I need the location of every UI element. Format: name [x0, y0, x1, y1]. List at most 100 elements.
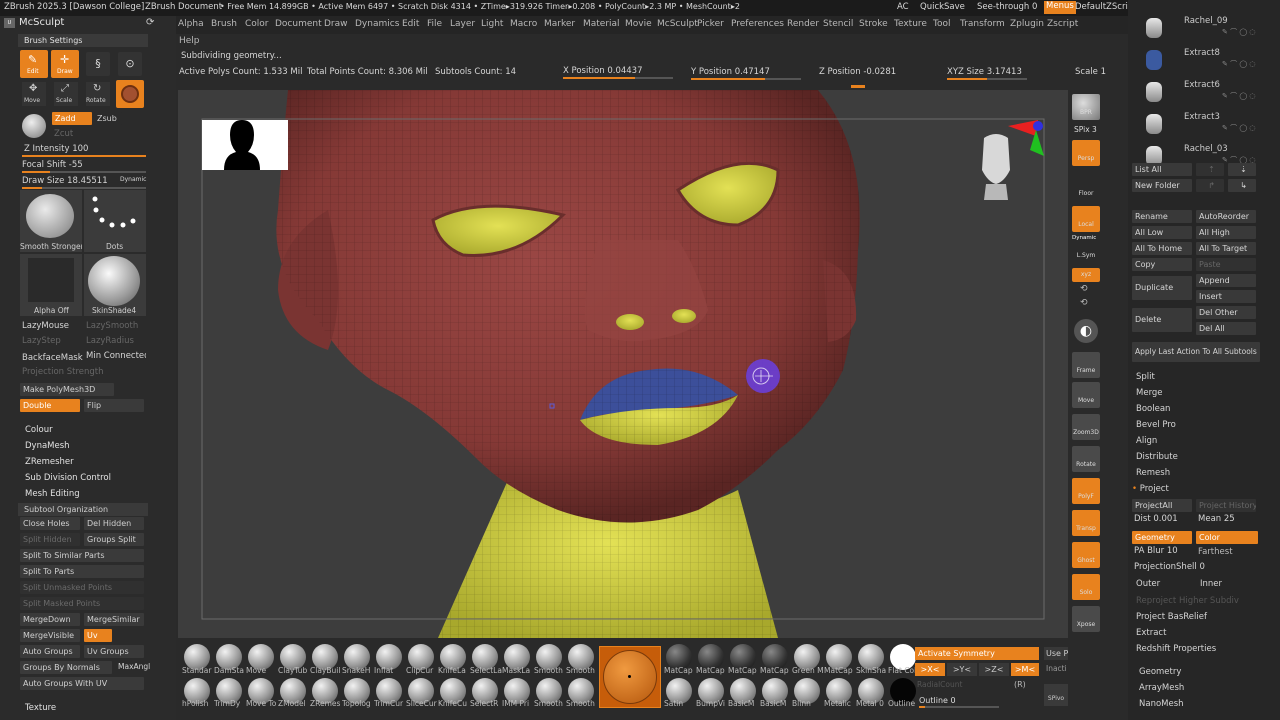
frame-button[interactable]: Frame — [1072, 352, 1100, 378]
x-position-field[interactable]: X Position 0.04437 — [563, 66, 642, 76]
mesh-editing-section[interactable]: Mesh Editing — [25, 489, 80, 499]
menu-color[interactable]: Color — [245, 19, 269, 29]
dynamesh-section[interactable]: DynaMesh — [25, 441, 70, 451]
menus-toggle[interactable]: Menus — [1044, 1, 1076, 14]
draw-size-slider[interactable] — [22, 187, 146, 189]
append-button[interactable]: Append — [1196, 274, 1256, 287]
draw-button[interactable]: ✛ Draw — [51, 50, 79, 78]
make-polymesh-button[interactable]: Make PolyMesh3D — [20, 383, 114, 396]
draw-size-label[interactable]: Draw Size 18.45511 — [22, 176, 108, 186]
merge-similar-button[interactable]: MergeSimilar — [84, 613, 144, 626]
spiral-stroke-icon[interactable]: § — [86, 52, 110, 76]
distribute-section[interactable]: Distribute — [1136, 452, 1178, 462]
brush-sphere-icon[interactable] — [22, 114, 46, 138]
split-parts-button[interactable]: Split To Parts — [20, 565, 144, 578]
extract-section[interactable]: Extract — [1136, 628, 1166, 638]
reproject-button[interactable]: Reproject Higher Subdiv — [1136, 596, 1239, 606]
folder-down-icon[interactable]: ↳ — [1228, 179, 1256, 192]
menu-edit[interactable]: Edit — [402, 19, 419, 29]
double-button[interactable]: Double — [20, 399, 80, 412]
dot-stroke-icon[interactable]: ⊙ — [118, 52, 142, 76]
del-all-button[interactable]: Del All — [1196, 322, 1256, 335]
solo-button[interactable]: Solo — [1072, 574, 1100, 600]
outline-slider[interactable]: Outline 0 — [919, 696, 956, 705]
menu-stencil[interactable]: Stencil — [823, 19, 853, 29]
user-icon[interactable]: U — [4, 18, 15, 28]
xyz-size-field[interactable]: XYZ Size 3.17413 — [947, 67, 1022, 77]
subtool-visibility-icon[interactable]: ✎ ⌒ ◯ ◌ — [1222, 91, 1255, 101]
ghost-button[interactable]: Ghost — [1072, 542, 1100, 568]
uv-toggle[interactable]: Uv — [84, 629, 112, 642]
bpr-button[interactable]: BPR — [1072, 94, 1100, 120]
subtool-item[interactable]: Extract8 ✎ ⌒ ◯ ◌ — [1132, 48, 1272, 74]
menu-picker[interactable]: Picker — [697, 19, 724, 29]
z-position-handle[interactable] — [851, 85, 865, 88]
delete-button[interactable]: Delete — [1132, 308, 1192, 332]
min-connected-slider[interactable]: Min Connected — [86, 351, 146, 361]
scale-button[interactable]: ⤢ Scale — [54, 82, 78, 106]
stroke-thumbnail[interactable]: Dots — [84, 190, 146, 252]
all-high-button[interactable]: All High — [1196, 226, 1256, 239]
brush-thumbnail[interactable]: Smooth Stronger — [20, 190, 82, 252]
transp-button[interactable]: Transp — [1072, 510, 1100, 536]
menu-material[interactable]: Material — [583, 19, 620, 29]
merge-down-button[interactable]: MergeDown — [20, 613, 80, 626]
auto-groups-uv-button[interactable]: Auto Groups With UV — [20, 677, 144, 690]
del-other-button[interactable]: Del Other — [1196, 306, 1256, 319]
zadd-button[interactable]: Zadd — [52, 112, 92, 125]
align-section[interactable]: Align — [1136, 436, 1157, 446]
move-up-icon[interactable]: ⇡ — [1196, 163, 1224, 176]
menu-render[interactable]: Render — [787, 19, 819, 29]
head-navigation-icon[interactable] — [982, 134, 1010, 200]
quicksave-button[interactable]: QuickSave — [920, 2, 965, 12]
dist-slider[interactable]: Dist 0.001 — [1134, 514, 1178, 524]
sym-z-button[interactable]: >Z< — [979, 663, 1009, 676]
material-thumbnail[interactable]: SkinShade4 — [84, 254, 146, 316]
redshift-section[interactable]: Redshift Properties — [1136, 644, 1216, 654]
ac-button[interactable]: AC — [897, 2, 909, 12]
lazysmooth-slider[interactable]: LazySmooth — [86, 321, 138, 331]
copy-button[interactable]: Copy — [1132, 258, 1192, 271]
subtool-org-header[interactable]: Subtool Organization — [18, 503, 148, 516]
sym-x-button[interactable]: >X< — [915, 663, 945, 676]
backfacemask-button[interactable]: BackfaceMask — [22, 353, 83, 363]
rotate-mode-icon[interactable]: ⟲ — [1080, 284, 1088, 294]
menu-light[interactable]: Light — [481, 19, 503, 29]
subtool-visibility-icon[interactable]: ✎ ⌒ ◯ ◌ — [1222, 123, 1255, 133]
edit-button[interactable]: ✎ Edit — [20, 50, 48, 78]
merge-visible-button[interactable]: MergeVisible — [20, 629, 80, 642]
all-to-target-button[interactable]: All To Target — [1196, 242, 1256, 255]
geometry-toggle[interactable]: Geometry — [1132, 531, 1192, 544]
menu-help[interactable]: Help — [179, 36, 200, 46]
arraymesh-section[interactable]: ArrayMesh — [1139, 683, 1184, 693]
color-toggle[interactable]: Color — [1196, 531, 1258, 544]
move-down-icon[interactable]: ⇣ — [1228, 163, 1256, 176]
project-history-button[interactable]: Project History — [1196, 499, 1256, 512]
spix-slider[interactable]: SPix 3 — [1074, 125, 1097, 134]
menu-transform[interactable]: Transform — [960, 19, 1005, 29]
xyz-symmetry-button[interactable]: xyz — [1072, 268, 1100, 282]
texture-section[interactable]: Texture — [25, 703, 56, 713]
z-position-field[interactable]: Z Position -0.0281 — [819, 67, 896, 77]
outline-track[interactable] — [919, 706, 999, 708]
menu-document[interactable]: Document — [275, 19, 322, 29]
material-button[interactable] — [116, 80, 144, 108]
menu-preferences[interactable]: Preferences — [731, 19, 784, 29]
menu-stroke[interactable]: Stroke — [859, 19, 888, 29]
groups-split-button[interactable]: Groups Split — [84, 533, 144, 546]
local-button[interactable]: Local — [1072, 206, 1100, 232]
radial-count-slider[interactable]: RadialCount — [917, 680, 962, 689]
spin-icon[interactable]: ◐ — [1074, 319, 1098, 343]
nanomesh-section[interactable]: NanoMesh — [1139, 699, 1184, 709]
merge-section[interactable]: Merge — [1136, 388, 1163, 398]
auto-groups-button[interactable]: Auto Groups — [20, 645, 80, 658]
subdivision-section[interactable]: Sub Division Control — [25, 473, 111, 483]
projection-shell-slider[interactable]: ProjectionShell 0 — [1134, 562, 1205, 572]
radial-r-button[interactable]: (R) — [1014, 680, 1026, 689]
pa-blur-slider[interactable]: PA Blur 10 — [1134, 546, 1178, 556]
menu-alpha[interactable]: Alpha — [178, 19, 204, 29]
set-pivot-button[interactable]: SPivo — [1044, 684, 1068, 706]
max-angle-slider[interactable]: MaxAngl — [118, 662, 150, 671]
split-unmasked-button[interactable]: Split Unmasked Points — [20, 581, 144, 594]
menu-brush[interactable]: Brush — [211, 19, 237, 29]
